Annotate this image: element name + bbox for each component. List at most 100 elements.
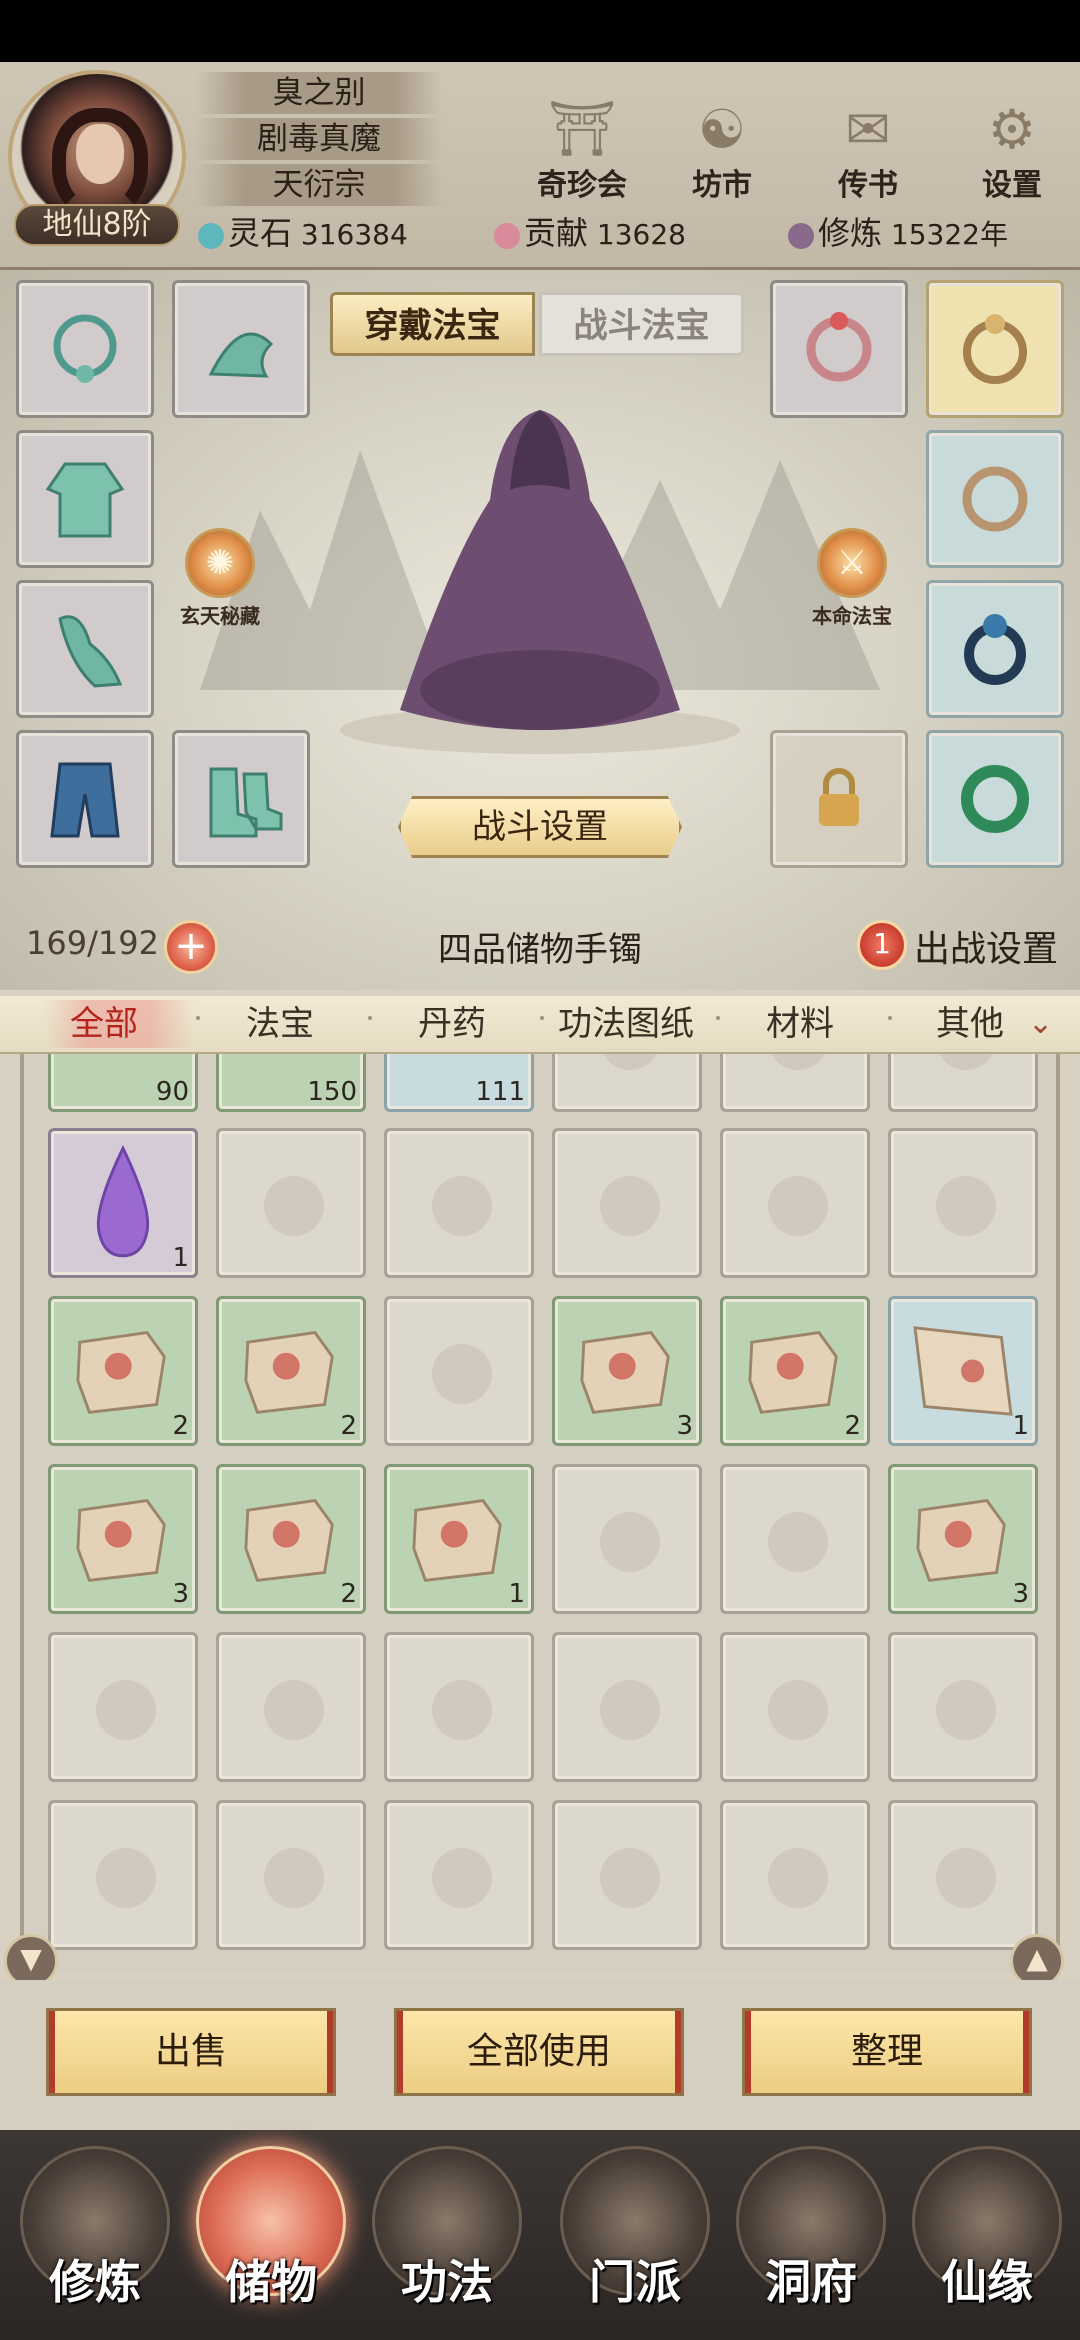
blue-pants-icon bbox=[50, 762, 120, 838]
inventory-item[interactable]: 90 bbox=[48, 1054, 198, 1112]
inventory-item[interactable]: 3 bbox=[48, 1464, 198, 1614]
battle-settings-button[interactable]: 战斗设置 bbox=[398, 796, 682, 858]
sell-button[interactable]: 出售 bbox=[46, 2008, 336, 2096]
empty-slot[interactable] bbox=[384, 1800, 534, 1950]
empty-slot[interactable] bbox=[552, 1632, 702, 1782]
separator-dot bbox=[716, 1016, 720, 1020]
empty-slot[interactable] bbox=[216, 1128, 366, 1278]
tab-materials[interactable]: 材料 bbox=[766, 1000, 834, 1048]
separator-dot bbox=[888, 1016, 892, 1020]
empty-slot[interactable] bbox=[552, 1128, 702, 1278]
realm-badge: 地仙8阶 bbox=[14, 204, 180, 246]
empty-slot[interactable] bbox=[720, 1800, 870, 1950]
item-count: 2 bbox=[172, 1411, 189, 1441]
yin-yang-icon bbox=[96, 1848, 156, 1908]
nav-letter[interactable]: ✉ 传书 bbox=[818, 92, 918, 222]
equip-slot-ring-4[interactable] bbox=[926, 730, 1064, 868]
empty-slot[interactable] bbox=[384, 1128, 534, 1278]
tab-battle-treasure[interactable]: 战斗法宝 bbox=[539, 292, 744, 356]
empty-slot[interactable] bbox=[384, 1632, 534, 1782]
nav-label: 门派 bbox=[589, 2255, 681, 2309]
equip-slot-locked[interactable] bbox=[770, 730, 908, 868]
empty-slot[interactable] bbox=[888, 1128, 1038, 1278]
equip-slot-ring-3[interactable] bbox=[926, 580, 1064, 718]
yin-yang-icon bbox=[936, 1680, 996, 1740]
nav-storage[interactable]: 储物 bbox=[186, 2146, 356, 2336]
nav-techniques[interactable]: 功法 bbox=[362, 2146, 532, 2336]
inventory-item[interactable]: 111 bbox=[384, 1054, 534, 1112]
inventory-item[interactable]: 3 bbox=[552, 1296, 702, 1446]
inventory-item[interactable]: 150 bbox=[216, 1054, 366, 1112]
inventory-item[interactable]: 1 bbox=[384, 1464, 534, 1614]
sort-button[interactable]: 整理 bbox=[742, 2008, 1032, 2096]
equip-slot-bracelet[interactable] bbox=[770, 280, 908, 418]
use-all-button[interactable]: 全部使用 bbox=[394, 2008, 684, 2096]
nav-label: 设置 bbox=[982, 168, 1042, 203]
bag-info-row: 169/192 + 四品储物手镯 1 出战设置 bbox=[0, 906, 1080, 990]
item-count: 1 bbox=[1012, 1411, 1029, 1441]
empty-slot[interactable] bbox=[552, 1054, 702, 1112]
nav-cave[interactable]: 洞府 bbox=[726, 2146, 896, 2336]
nav-market[interactable]: ☯ 坊市 bbox=[672, 92, 772, 222]
player-name: 臭之别 bbox=[196, 72, 442, 114]
avatar-face bbox=[76, 124, 124, 184]
equip-slot-robe[interactable] bbox=[16, 430, 154, 568]
yin-yang-icon bbox=[96, 1680, 156, 1740]
empty-slot[interactable] bbox=[888, 1054, 1038, 1112]
empty-slot[interactable] bbox=[216, 1800, 366, 1950]
nav-fortune[interactable]: 仙缘 bbox=[902, 2146, 1072, 2336]
equip-slot-pants[interactable] bbox=[16, 730, 154, 868]
yin-yang-icon bbox=[936, 1054, 996, 1070]
empty-slot[interactable] bbox=[552, 1464, 702, 1614]
empty-slot[interactable] bbox=[48, 1632, 198, 1782]
nav-sect[interactable]: 门派 bbox=[550, 2146, 720, 2336]
empty-slot[interactable] bbox=[720, 1464, 870, 1614]
tab-techniques[interactable]: 功法图纸 bbox=[558, 1000, 694, 1048]
inventory-item[interactable]: 2 bbox=[216, 1464, 366, 1614]
empty-slot[interactable] bbox=[720, 1054, 870, 1112]
empty-slot[interactable] bbox=[552, 1800, 702, 1950]
inventory-item[interactable]: 2 bbox=[720, 1296, 870, 1446]
yin-yang-icon bbox=[600, 1848, 660, 1908]
tab-wear-treasure[interactable]: 穿戴法宝 bbox=[330, 292, 535, 356]
deploy-settings-button[interactable]: 出战设置 bbox=[914, 920, 1058, 972]
empty-slot[interactable] bbox=[888, 1632, 1038, 1782]
status-bar bbox=[0, 0, 1080, 62]
equip-slot-ring-1[interactable] bbox=[926, 280, 1064, 418]
spiral-icon: ✺ bbox=[185, 528, 255, 598]
separator-dot bbox=[368, 1016, 372, 1020]
jade-boots-icon bbox=[209, 767, 283, 838]
inventory-grid: 90 150 111 1 2 2 3 2 1 3 2 1 3 bbox=[20, 1054, 1060, 1974]
inventory-item[interactable]: 3 bbox=[888, 1464, 1038, 1614]
chevron-down-icon[interactable]: ⌄ bbox=[1028, 1000, 1053, 1048]
yin-yang-icon bbox=[768, 1054, 828, 1070]
equip-slot-gloves[interactable] bbox=[16, 580, 154, 718]
skill-natal-treasure[interactable]: ⚔ 本命法宝 bbox=[792, 528, 912, 629]
inventory-item[interactable]: 1 bbox=[888, 1296, 1038, 1446]
yin-yang-icon bbox=[600, 1176, 660, 1236]
expand-bag-button[interactable]: + bbox=[164, 920, 218, 974]
equip-slot-necklace[interactable] bbox=[16, 280, 154, 418]
equip-slot-boots[interactable] bbox=[172, 730, 310, 868]
equip-slot-ring-2[interactable] bbox=[926, 430, 1064, 568]
tab-pills[interactable]: 丹药 bbox=[418, 1000, 486, 1048]
nav-settings[interactable]: ⚙ 设置 bbox=[962, 92, 1062, 222]
equip-tabs: 穿戴法宝 战斗法宝 bbox=[330, 292, 744, 356]
empty-slot[interactable] bbox=[384, 1296, 534, 1446]
inventory-item[interactable]: 2 bbox=[48, 1296, 198, 1446]
empty-slot[interactable] bbox=[720, 1632, 870, 1782]
equip-slot-headwear[interactable] bbox=[172, 280, 310, 418]
tab-all[interactable]: 全部 bbox=[44, 1000, 194, 1048]
nav-treasure-pavilion[interactable]: ⛩ 奇珍会 bbox=[532, 92, 632, 222]
sword-icon: ⚔ bbox=[817, 528, 887, 598]
tab-other[interactable]: 其他 bbox=[936, 1000, 1004, 1048]
inventory-item[interactable]: 1 bbox=[48, 1128, 198, 1278]
empty-slot[interactable] bbox=[720, 1128, 870, 1278]
skill-xuantian-vault[interactable]: ✺ 玄天秘藏 bbox=[160, 528, 280, 629]
nav-cultivate[interactable]: 修炼 bbox=[10, 2146, 180, 2336]
empty-slot[interactable] bbox=[888, 1800, 1038, 1950]
inventory-item[interactable]: 2 bbox=[216, 1296, 366, 1446]
empty-slot[interactable] bbox=[216, 1632, 366, 1782]
tab-treasure[interactable]: 法宝 bbox=[246, 1000, 314, 1048]
empty-slot[interactable] bbox=[48, 1800, 198, 1950]
